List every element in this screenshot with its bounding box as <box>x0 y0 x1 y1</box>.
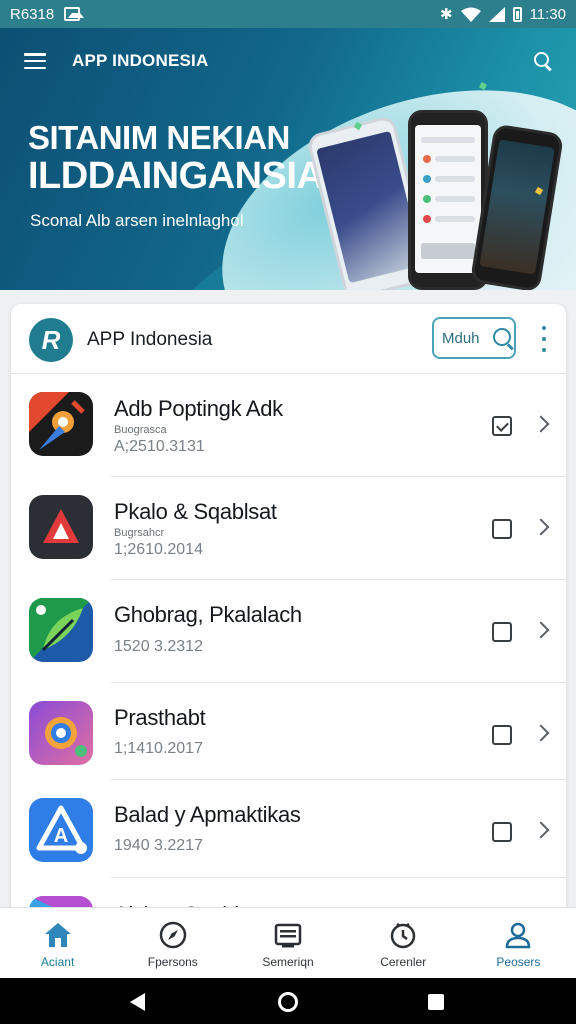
item-meta: A;2510.3131 <box>114 438 205 455</box>
triangle-app-icon <box>29 495 93 559</box>
item-subtitle: Buograsca <box>114 424 167 436</box>
compass-icon <box>159 921 187 949</box>
item-checkbox[interactable] <box>492 416 512 436</box>
a-logo-app-icon: A <box>29 798 93 862</box>
search-input-text: Mduh <box>442 330 480 347</box>
chevron-right-icon[interactable] <box>532 621 550 639</box>
item-title: Pkalo & Sqablsat <box>114 499 277 524</box>
nav-label: Semeriqn <box>262 955 314 969</box>
brand-logo: R <box>29 318 73 362</box>
wifi-icon <box>460 7 481 22</box>
chevron-right-icon[interactable] <box>532 821 550 839</box>
item-meta: 1940 3.2217 <box>114 837 203 854</box>
image-icon <box>64 7 85 21</box>
chevron-right-icon[interactable] <box>532 415 550 433</box>
item-checkbox[interactable] <box>492 822 512 842</box>
app-title: APP INDONESIA <box>72 51 209 70</box>
hero-subline: Sconal Alb arsen inelnlaghol <box>30 211 244 230</box>
status-carrier-text: R6318 <box>10 5 55 23</box>
item-subtitle: Bugrsahcr <box>114 527 165 539</box>
nav-item-news[interactable]: Semeriqn <box>230 908 345 978</box>
chevron-right-icon[interactable] <box>532 724 550 742</box>
menu-icon[interactable] <box>24 53 46 69</box>
chevron-right-icon[interactable] <box>532 518 550 536</box>
status-bar: R6318 ✱ 11:30 <box>0 0 576 28</box>
item-title: Balad y Apmaktikas <box>114 802 301 827</box>
list-item[interactable]: A Balad y Apmaktikas 1940 3.2217 <box>11 780 566 878</box>
more-options-icon[interactable] <box>538 326 550 352</box>
search-icon[interactable] <box>534 52 552 70</box>
list-item[interactable]: Adb Poptingk Adk Buograsca A;2510.3131 <box>11 374 566 477</box>
item-checkbox[interactable] <box>492 622 512 642</box>
back-icon[interactable] <box>130 993 145 1011</box>
clock-icon <box>390 922 416 949</box>
app-list-card: R APP Indonesia Mduh Adb Poptingk Adk Bu… <box>11 304 566 924</box>
item-title: Adb Poptingk Adk <box>114 396 283 421</box>
svg-text:A: A <box>54 825 68 847</box>
top-app-bar: APP INDONESIA <box>0 44 576 78</box>
hero-banner: APP INDONESIA SITANIM NEKIAN ILDDAINGANS… <box>0 28 576 290</box>
bottom-navigation: Aciant Fpersons Semeriqn Cerenler Peoser… <box>0 907 576 978</box>
search-input[interactable]: Mduh <box>432 317 516 359</box>
nav-label: Peosers <box>496 955 541 969</box>
item-meta: 1;1410.2017 <box>114 740 203 757</box>
item-checkbox[interactable] <box>492 519 512 539</box>
list-item[interactable]: Pkalo & Sqablsat Bugrsahcr 1;2610.2014 <box>11 477 566 580</box>
brush-app-icon <box>29 392 93 456</box>
status-time: 11:30 <box>529 5 566 23</box>
card-title: APP Indonesia <box>87 329 213 350</box>
battery-icon <box>512 6 522 22</box>
card-header: R APP Indonesia Mduh <box>11 304 566 374</box>
home-icon <box>44 923 71 947</box>
nav-item-home[interactable]: Aciant <box>0 908 115 978</box>
hero-headline-line2: ILDDAINGANSIAA <box>28 155 351 198</box>
nav-item-calendar[interactable]: Cerenler <box>346 908 461 978</box>
nav-label: Aciant <box>40 955 75 969</box>
lens-app-icon <box>29 701 93 765</box>
bluetooth-icon: ✱ <box>439 6 453 23</box>
recent-apps-icon[interactable] <box>428 994 444 1010</box>
news-icon <box>274 923 302 948</box>
app-list: Adb Poptingk Adk Buograsca A;2510.3131 P… <box>11 374 566 924</box>
item-meta: 1520 3.2312 <box>114 638 203 655</box>
nav-item-explore[interactable]: Fpersons <box>115 908 230 978</box>
confetti-decoration <box>478 81 488 91</box>
item-meta: 1;2610.2014 <box>114 541 203 558</box>
item-checkbox[interactable] <box>492 725 512 745</box>
nav-label: Cerenler <box>380 955 427 969</box>
item-title: Ghobrag, Pkalalach <box>114 602 302 627</box>
nav-item-profile[interactable]: Peosers <box>461 908 576 978</box>
leaf-app-icon <box>29 598 93 662</box>
list-item[interactable]: Prasthabt 1;1410.2017 <box>11 683 566 780</box>
hero-headline: SITANIM NEKIAN ILDDAINGANSIAA <box>28 119 351 198</box>
system-navigation-bar <box>0 978 576 1024</box>
home-button-icon[interactable] <box>278 992 298 1012</box>
hero-headline-line1: SITANIM NEKIAN <box>28 119 290 156</box>
search-icon[interactable] <box>493 328 515 350</box>
nav-label: Fpersons <box>147 955 198 969</box>
person-icon <box>506 922 531 949</box>
item-title: Prasthabt <box>114 705 206 730</box>
signal-icon <box>488 6 505 22</box>
list-item[interactable]: Ghobrag, Pkalalach 1520 3.2312 <box>11 580 566 683</box>
